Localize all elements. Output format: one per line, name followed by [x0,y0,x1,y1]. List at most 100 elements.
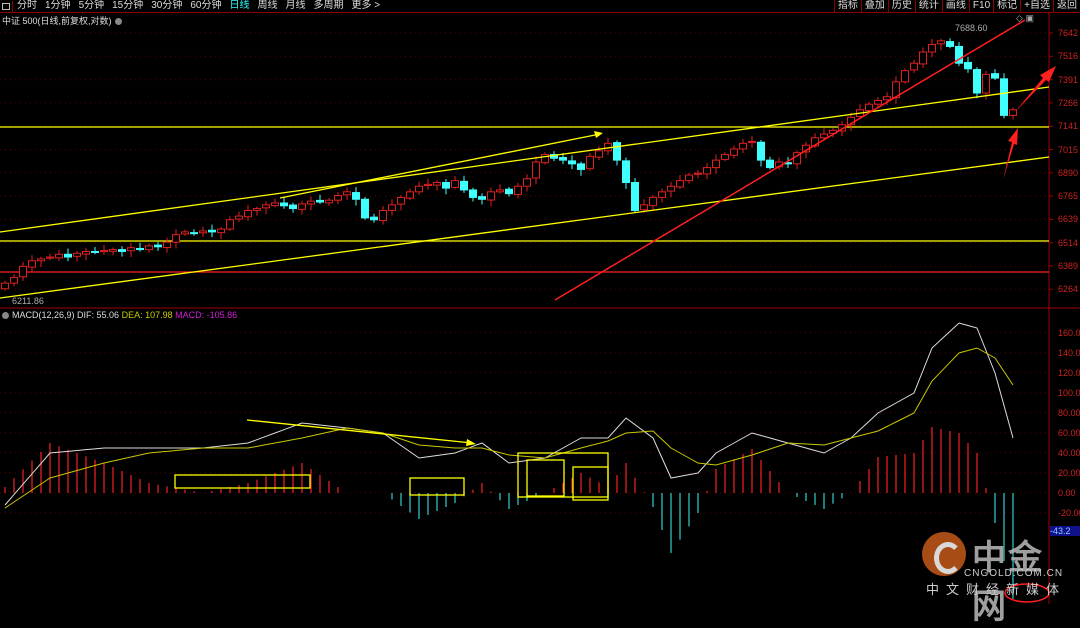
arrowhead-icon [466,439,476,446]
candle-body [667,185,675,192]
candle-body [433,181,441,186]
candle-body [406,191,414,199]
candle-body [82,250,90,255]
candle-body [361,198,369,219]
candle-body [271,202,279,207]
candle-body [460,180,468,191]
candle-body [262,204,270,209]
macd-axis-label: 20.00 [1058,468,1080,478]
cngold-logo-icon [922,532,966,576]
candle-body [982,73,990,94]
candle-body [712,159,720,169]
macd-axis-label: 100.0 [1058,388,1080,398]
candle-body [253,208,261,211]
macd-axis-label: 120.0 [1058,368,1080,378]
candle-body [181,231,189,235]
price-axis-label: 7516 [1058,51,1079,62]
candle-body [280,202,288,207]
candle-body [235,215,243,220]
candle-body [424,183,432,186]
macd-name: MACD(12,26,9) [12,310,75,320]
candle-body [388,204,396,211]
candle-body [307,200,315,205]
candle-body [748,140,756,144]
candle-body [136,247,144,251]
candle-body [28,260,36,268]
macd-axis-label: 140.0 [1058,348,1080,358]
price-axis-label: 6765 [1058,191,1079,202]
candle-body [91,250,99,253]
price-axis-label: 7266 [1058,97,1079,108]
red-arrow-up-icon [1003,128,1018,180]
candle-body [469,189,477,198]
candle-body [1,282,9,290]
candle-body [559,157,567,161]
price-axis-label: 6639 [1058,214,1079,225]
macd-axis-label: 40.00 [1058,448,1080,458]
candle-body [487,191,495,201]
candle-body [217,228,225,234]
candle-body [820,133,828,139]
candle-body [334,195,342,201]
settings-icon[interactable] [2,312,9,320]
price-axis-label: 6890 [1058,167,1079,178]
macd-axis-label: -20.00 [1058,508,1080,518]
candle-body [325,199,333,204]
candle-body [532,161,540,179]
candle-body [1000,78,1008,116]
candle-body [946,41,954,47]
candle-body [577,163,585,170]
candle-body [343,191,351,196]
watermark: 中金网 CNGOLD.COM.CN 中文财经新媒体 [920,528,1070,626]
highlight-box [526,459,565,497]
channel-lower-line [0,156,1050,299]
macd-divergence-arrow [246,419,473,444]
candle-body [37,258,45,262]
candle-body [730,148,738,156]
candle-body [991,73,999,79]
macd-axis-label: 0.00 [1058,488,1076,498]
candle-body [190,232,198,235]
candle-body [370,216,378,221]
candle-body [757,141,765,161]
candle-body [721,154,729,160]
candle-body [703,167,711,175]
candle-body [118,249,126,252]
candle-body [352,192,360,200]
price-axis-label: 7642 [1058,28,1079,38]
candle-body [19,265,27,278]
candle-body [640,204,648,211]
candle-body [739,142,747,150]
candle-body [505,188,513,195]
price-axis-label: 6514 [1058,237,1079,248]
candle-body [595,150,603,158]
low-price-label: 6211.86 [12,296,44,306]
candle-body [910,62,918,71]
candle-body [244,209,252,218]
macd-axis-label: 60.00 [1058,428,1080,438]
channel-upper-line [0,86,1050,233]
price-axis-label: 6389 [1058,261,1079,271]
candle-body [901,70,909,83]
candle-body [289,204,297,210]
candle-body [163,241,171,249]
candle-body [10,277,18,284]
candle-body [613,142,621,161]
candle-body [127,247,135,252]
candle-body [964,61,972,70]
highlight-box [409,477,465,496]
candle-body [622,160,630,183]
candle-body [226,219,234,230]
candle-body [883,96,891,101]
candle-body [649,196,657,207]
macd-axis-label: 160.0 [1058,328,1080,338]
candle-body [973,69,981,94]
candle-body [478,196,486,200]
dif-value: DIF: 55.06 [77,310,120,320]
watermark-domain: CNGOLD.COM.CN [964,568,1064,579]
candle-body [415,185,423,193]
highlight-box [174,474,311,489]
candle-body [46,256,54,259]
candle-body [658,191,666,198]
kline-chart[interactable] [0,0,1080,604]
